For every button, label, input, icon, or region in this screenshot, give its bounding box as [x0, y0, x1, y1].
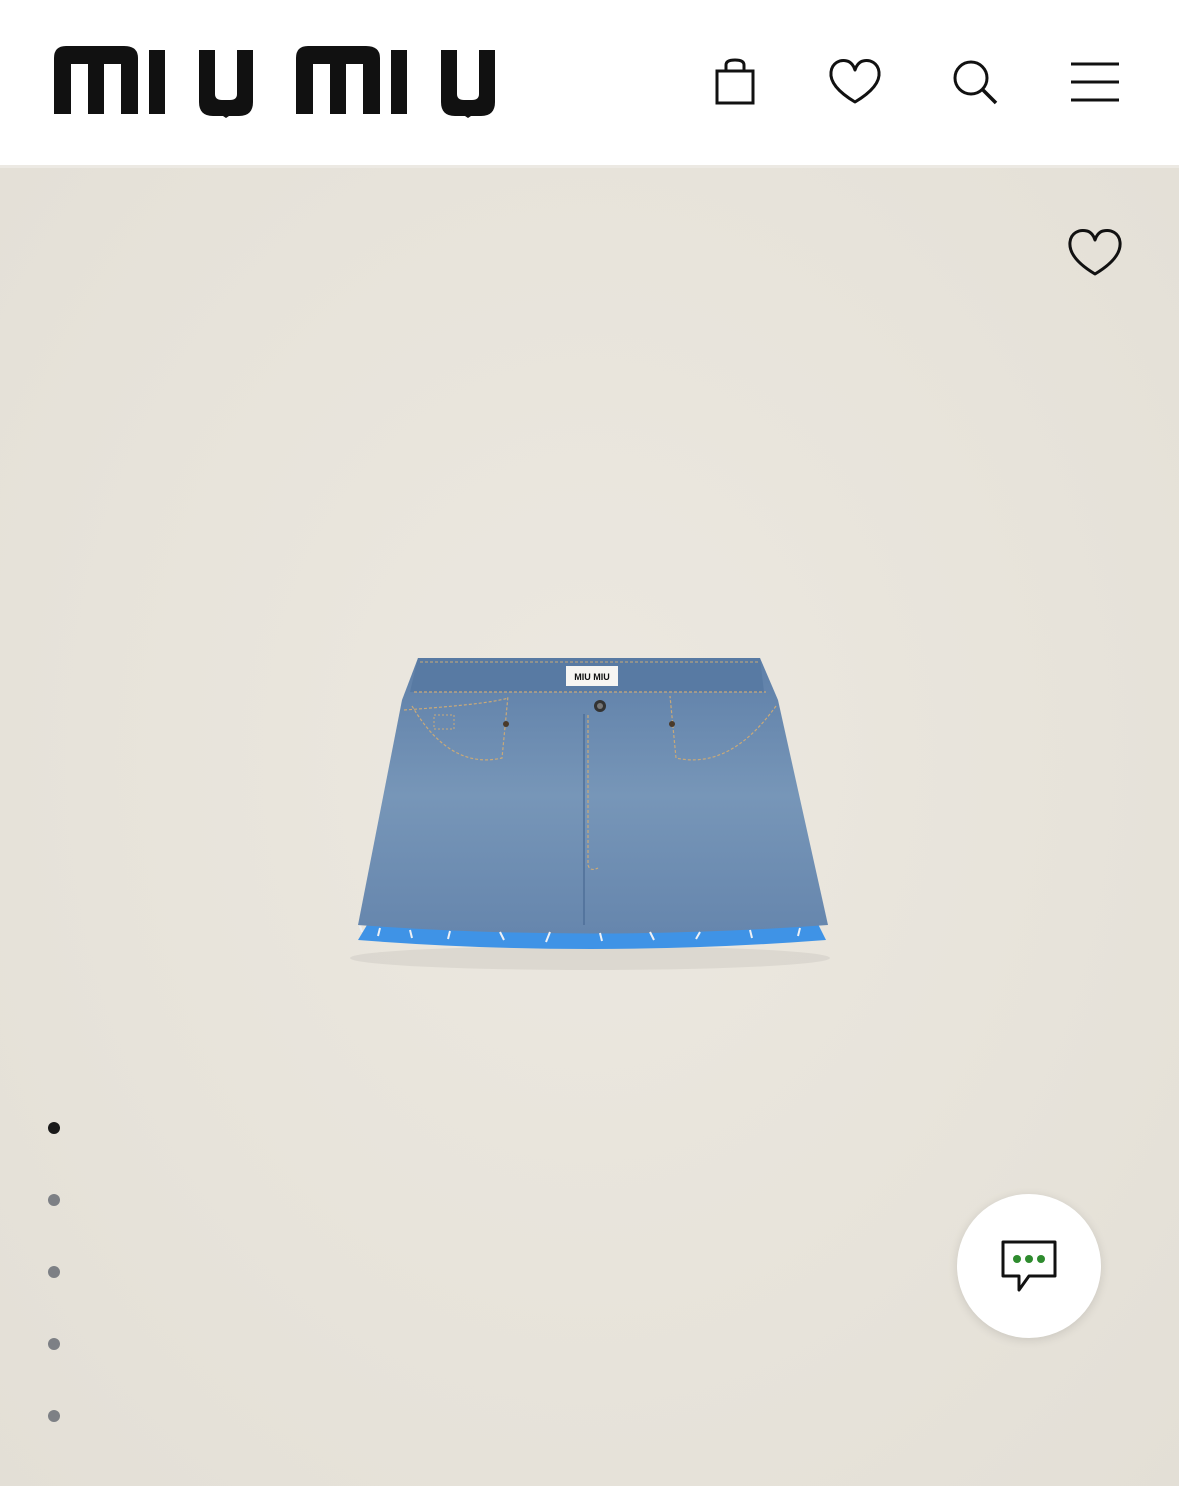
shopping-bag-button[interactable]: [705, 52, 765, 112]
hamburger-menu-icon: [1071, 62, 1119, 102]
search-icon: [953, 60, 998, 105]
carousel-dot-5[interactable]: [48, 1410, 60, 1422]
chat-button[interactable]: [957, 1194, 1101, 1338]
search-button[interactable]: [945, 52, 1005, 112]
heart-icon: [829, 59, 881, 104]
menu-button[interactable]: [1065, 52, 1125, 112]
product-image-denim-skirt[interactable]: MIU MIU: [340, 640, 840, 990]
add-to-wishlist-button[interactable]: [1064, 222, 1126, 284]
shopping-bag-icon: [715, 58, 755, 105]
carousel-dot-1[interactable]: [48, 1122, 60, 1134]
carousel-dot-2[interactable]: [48, 1194, 60, 1206]
brand-label: MIU MIU: [574, 672, 610, 682]
heart-icon: [1068, 229, 1122, 276]
chat-bubble-icon: [1001, 1240, 1057, 1292]
carousel-dot-4[interactable]: [48, 1338, 60, 1350]
wishlist-button[interactable]: [825, 52, 885, 112]
site-header: [0, 0, 1179, 168]
brand-logo[interactable]: [54, 44, 500, 120]
carousel-dot-3[interactable]: [48, 1266, 60, 1278]
